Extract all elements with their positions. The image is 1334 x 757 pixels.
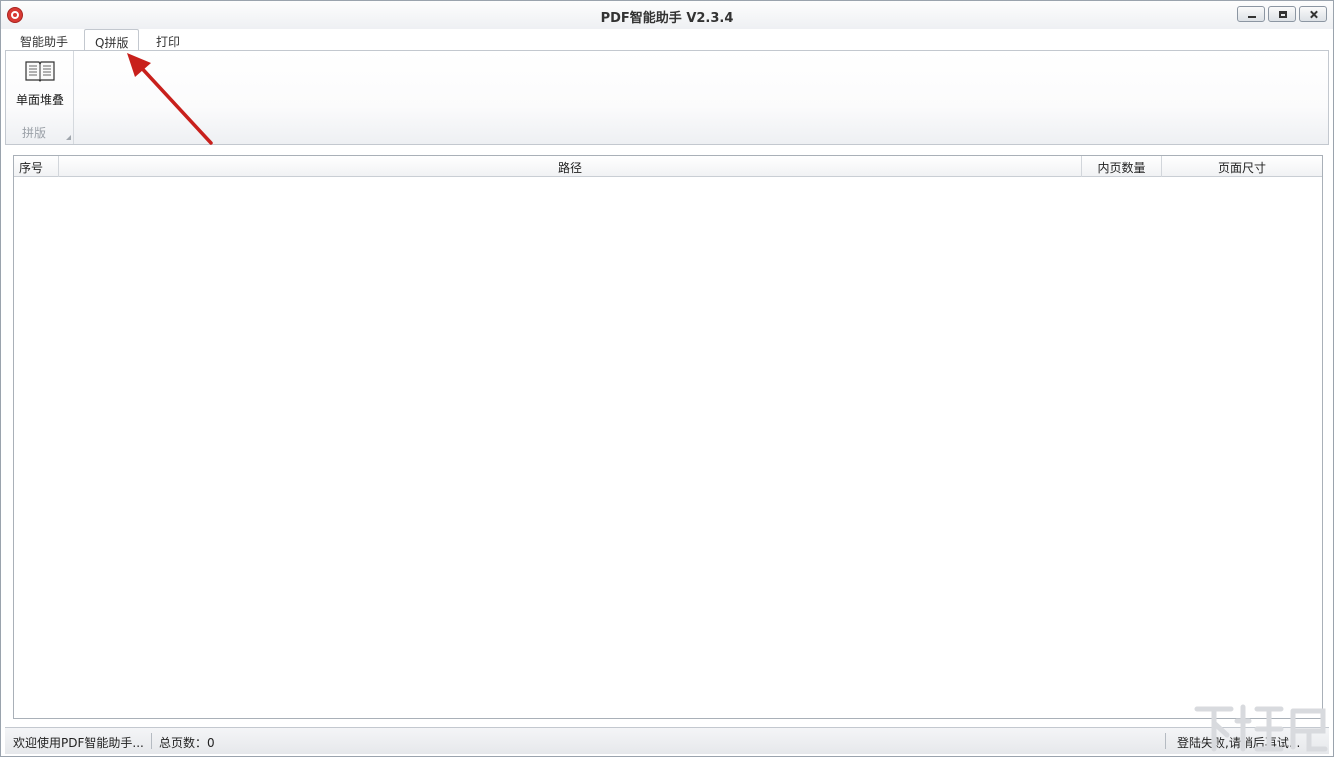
status-divider — [151, 733, 152, 749]
tab-imposition[interactable]: Q拼版 — [84, 29, 140, 52]
status-login: 登陆失败,请稍后再试... — [1177, 736, 1301, 750]
group-launcher-icon[interactable] — [66, 135, 71, 140]
single-side-stack-label: 单面堆叠 — [15, 93, 64, 107]
column-header-path[interactable]: 路径 — [59, 156, 1082, 177]
tab-smart-assistant[interactable]: 智能助手 — [10, 29, 78, 51]
ribbon-tabs: 智能助手 Q拼版 打印 — [1, 29, 1333, 52]
book-icon — [25, 61, 55, 82]
ribbon-group-imposition: 单面堆叠 拼版 — [6, 51, 74, 144]
status-welcome: 欢迎使用PDF智能助手... — [13, 736, 144, 750]
maximize-button[interactable] — [1268, 6, 1296, 22]
tab-print[interactable]: 打印 — [146, 29, 190, 51]
title-bar[interactable]: PDF智能助手 V2.3.4 — [1, 1, 1333, 29]
app-window: PDF智能助手 V2.3.4 智能助手 Q拼版 打印 单面堆叠 拼版 序号 路径… — [0, 0, 1334, 757]
close-button[interactable] — [1299, 6, 1327, 22]
status-divider — [1165, 733, 1166, 749]
file-table[interactable]: 序号 路径 内页数量 页面尺寸 — [13, 155, 1323, 719]
status-total-pages: 总页数：0 — [159, 736, 215, 750]
ribbon-group-label: 拼版 — [21, 126, 46, 140]
single-side-stack-button[interactable]: 单面堆叠 — [9, 55, 71, 111]
column-header-index[interactable]: 序号 — [14, 156, 59, 177]
window-title: PDF智能助手 V2.3.4 — [600, 11, 734, 26]
status-bar: 欢迎使用PDF智能助手... 总页数：0 登陆失败,请稍后再试... — [5, 727, 1329, 754]
ribbon-panel: 单面堆叠 拼版 — [5, 50, 1329, 145]
column-header-page-size[interactable]: 页面尺寸 — [1162, 156, 1322, 177]
window-controls — [1237, 6, 1327, 22]
column-header-page-count[interactable]: 内页数量 — [1082, 156, 1162, 177]
minimize-button[interactable] — [1237, 6, 1265, 22]
table-header: 序号 路径 内页数量 页面尺寸 — [14, 156, 1322, 177]
